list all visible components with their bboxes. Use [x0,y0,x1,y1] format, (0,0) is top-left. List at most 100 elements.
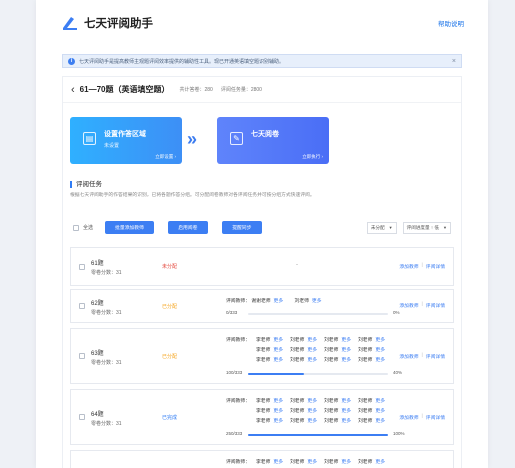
change-teacher-link[interactable]: 更多 [273,338,283,343]
change-teacher-link[interactable]: 更多 [375,409,385,414]
teacher-cell: 刘老师 更多 [324,397,351,404]
teacher-cell: 李老师 更多 [256,458,283,465]
question-score: 零卷分数：31 [91,360,122,366]
total-papers: 共计答卷：280 [179,87,213,93]
row-actions: 添加教师 | 评阅详情 [399,353,445,360]
section-description: 根据七天评阅助手的作答结果的识别，已将各题作答分组。可分配阅卷教师对各评阅任务并… [70,193,315,198]
change-teacher-link[interactable]: 更多 [375,399,385,404]
teacher-name: 刘老师 [324,460,339,465]
change-teacher-link[interactable]: 更多 [273,399,283,404]
sync-progress-button[interactable]: 提醒同步 [221,221,262,234]
teacher-name: 刘老师 [290,358,305,363]
change-teacher-link[interactable]: 更多 [307,460,317,465]
teacher-cell: 李老师 更多 [256,336,283,343]
change-teacher-link[interactable]: 更多 [375,348,385,353]
progress-text: 250/333 [226,431,243,436]
step-seven-day-review[interactable]: ✎ 七天阅卷 立即执行 › [217,117,329,164]
change-teacher-link[interactable]: 更多 [273,358,283,363]
teacher-cell: 刘老师 更多 [324,356,351,363]
empty-placeholder: - [296,262,298,268]
teacher-name: 刘老师 [290,399,305,404]
row-checkbox[interactable] [79,353,85,359]
status-badge: 未分配 [162,264,178,270]
progress-text: 0/333 [226,310,238,315]
teacher-name: 刘老师 [358,348,373,353]
brand: 七天评阅助手 [62,15,153,31]
change-teacher-link[interactable]: 更多 [312,299,322,304]
review-details-link[interactable]: 评阅详情 [426,353,445,360]
row-checkbox[interactable] [79,414,85,420]
change-teacher-link[interactable]: 更多 [307,348,317,353]
help-link[interactable]: 帮助说明 [438,18,464,28]
task-card: ‹ 61—70题（英语填空题） 共计答卷：280 评阅任务量：2800 ▤ 设置… [62,76,462,468]
question-number: 63题 [91,351,104,357]
teacher-cell: 刘老师 更多 [290,407,317,414]
change-teacher-link[interactable]: 更多 [341,409,351,414]
change-teacher-link[interactable]: 更多 [375,338,385,343]
status-filter-value: 未分配 [370,224,385,230]
task-header: ‹ 61—70题（英语填空题） 共计答卷：280 评阅任务量：2800 [63,77,461,103]
teacher-name: 李老师 [256,338,271,343]
status-badge: 已分配 [162,304,178,310]
info-icon: i [68,57,75,65]
back-arrow-icon[interactable]: ‹ [71,84,75,96]
table-row: 62题 零卷分数：31 已分配 评阅教师： 谢谢老师 更多 刘老师 更多 0/333… [70,289,454,323]
teacher-cell: 刘老师 更多 [358,407,385,414]
divider: | [421,414,423,419]
teacher-name: 刘老师 [358,460,373,465]
add-teacher-link[interactable]: 添加教师 [399,263,418,270]
change-teacher-link[interactable]: 更多 [375,358,385,363]
change-teacher-link[interactable]: 更多 [273,419,283,424]
sort-select[interactable]: 评阅进度量 ↑ 低 ▼ [402,221,451,234]
enable-review-button[interactable]: 启用阅卷 [167,221,208,234]
teacher-name: 刘老师 [358,409,373,414]
review-details-link[interactable]: 评阅详情 [426,263,445,270]
review-tasks: 评阅任务量：2800 [220,87,262,93]
change-teacher-link[interactable]: 更多 [307,358,317,363]
review-details-link[interactable]: 评阅详情 [426,302,445,309]
teacher-name: 李老师 [256,409,271,414]
app-name: 七天评阅助手 [84,18,153,30]
toolbar: 全选 批量添加教师 启用阅卷 提醒同步 未分配 ▼ 评阅进度量 ↑ 低 ▼ [73,220,451,235]
change-teacher-link[interactable]: 更多 [274,299,284,304]
change-teacher-link[interactable]: 更多 [307,399,317,404]
row-checkbox[interactable] [79,263,85,270]
change-teacher-link[interactable]: 更多 [273,460,283,465]
status-filter-select[interactable]: 未分配 ▼ [366,221,397,234]
teacher-cell: 李老师 更多 [256,356,283,363]
teacher-name: 刘老师 [290,419,305,424]
batch-assign-button[interactable]: 批量添加教师 [105,221,154,234]
question-score: 零卷分数：31 [91,421,122,427]
teacher-cell: 李老师 更多 [256,346,283,353]
step-action-link[interactable]: 立即执行 › [302,154,323,160]
step-action-link[interactable]: 立即设置 › [155,154,176,160]
change-teacher-link[interactable]: 更多 [341,399,351,404]
change-teacher-link[interactable]: 更多 [273,348,283,353]
row-checkbox[interactable] [79,303,85,309]
teacher-cell: 刘老师 更多 [358,458,385,465]
change-teacher-link[interactable]: 更多 [341,419,351,424]
teacher-name: 刘老师 [324,348,339,353]
change-teacher-link[interactable]: 更多 [307,409,317,414]
change-teacher-link[interactable]: 更多 [307,338,317,343]
teacher-name: 刘老师 [290,409,305,414]
teacher-name: 刘老师 [290,348,305,353]
review-details-link[interactable]: 评阅详情 [426,414,445,421]
change-teacher-link[interactable]: 更多 [341,338,351,343]
step-set-answer-area[interactable]: ▤ 设置作答区域 未设置 立即设置 › [70,117,182,164]
change-teacher-link[interactable]: 更多 [341,358,351,363]
layout-icon: ▤ [83,132,96,145]
change-teacher-link[interactable]: 更多 [375,460,385,465]
change-teacher-link[interactable]: 更多 [375,419,385,424]
add-teacher-link[interactable]: 添加教师 [399,414,418,421]
change-teacher-link[interactable]: 更多 [307,419,317,424]
add-teacher-link[interactable]: 添加教师 [399,302,418,309]
change-teacher-link[interactable]: 更多 [273,409,283,414]
change-teacher-link[interactable]: 更多 [341,348,351,353]
select-all-checkbox[interactable] [73,224,79,231]
close-icon[interactable]: × [452,58,456,65]
change-teacher-link[interactable]: 更多 [341,460,351,465]
teacher-cell: 李老师 更多 [256,397,283,404]
row-actions: 添加教师 | 评阅详情 [399,302,445,309]
add-teacher-link[interactable]: 添加教师 [399,353,418,360]
